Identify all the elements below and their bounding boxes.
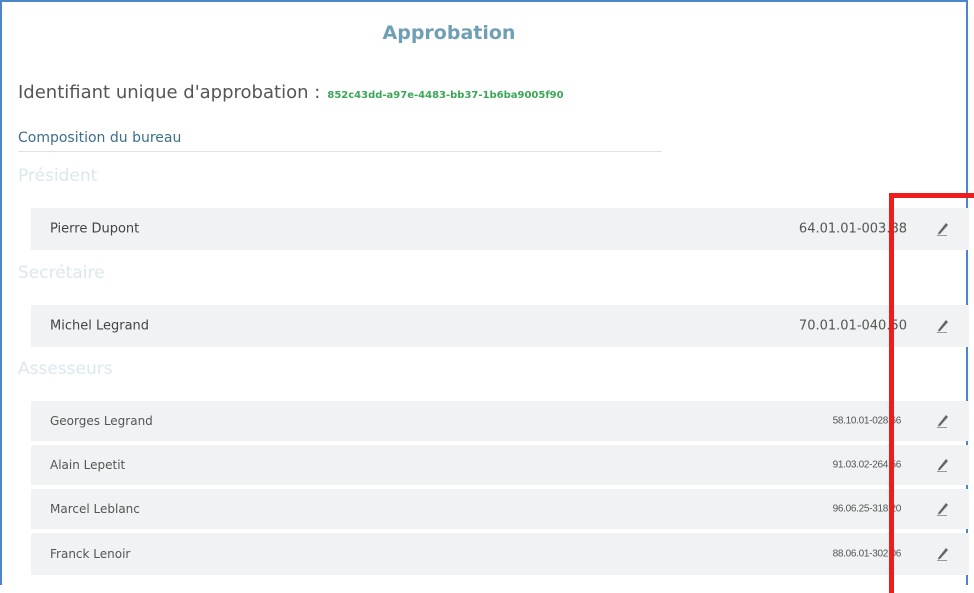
uid-label: Identifiant unique d'approbation : [18,82,321,103]
member-row-assesseur: Alain Lepetit 91.03.02-264.56 [31,445,969,485]
section-title-president: Président [18,166,98,186]
member-code: 64.01.01-003.88 [798,221,907,237]
page-title: Approbation [382,22,516,44]
member-code: 58.10.01-028.66 [832,415,902,427]
member-name: Georges Legrand [50,414,153,428]
composition-heading: Composition du bureau [18,130,662,152]
member-name: Pierre Dupont [50,221,140,237]
member-name: Alain Lepetit [50,458,126,472]
member-name: Michel Legrand [50,318,150,334]
member-row-assesseur: Marcel Leblanc 96.06.25-318.20 [31,489,969,529]
section-title-secretaire: Secrétaire [18,263,105,283]
member-code: 96.06.25-318.20 [832,503,902,515]
highlight-top-edge [894,193,974,198]
member-row-secretaire: Michel Legrand 70.01.01-040.50 [31,305,969,347]
highlight-box [889,193,974,593]
uid-value: 852c43dd-a97e-4483-bb37-1b6ba9005f90 [327,90,564,101]
member-row-president: Pierre Dupont 64.01.01-003.88 [31,208,969,250]
member-code: 88.06.01-302.06 [832,548,902,560]
member-row-assesseur: Franck Lenoir 88.06.01-302.06 [31,533,969,575]
member-row-assesseur: Georges Legrand 58.10.01-028.66 [31,401,969,441]
member-code: 91.03.02-264.56 [832,459,902,471]
member-code: 70.01.01-040.50 [798,318,907,334]
approval-uid: Identifiant unique d'approbation : 852c4… [18,82,564,103]
member-name: Marcel Leblanc [50,502,140,516]
section-title-assesseurs: Assesseurs [18,359,113,379]
member-name: Franck Lenoir [50,547,131,561]
